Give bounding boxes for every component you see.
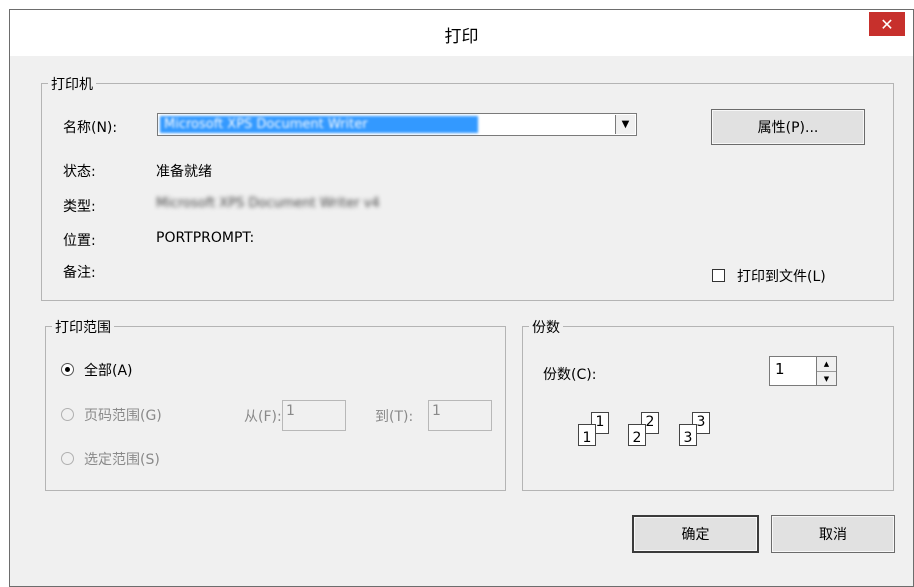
close-icon: ✕ — [880, 14, 894, 34]
to-input[interactable]: 1 — [428, 400, 492, 431]
range-all-radio[interactable] — [61, 363, 74, 376]
chevron-down-icon[interactable]: ▼ — [615, 115, 635, 134]
print-range-legend: 打印范围 — [52, 317, 114, 337]
copies-group: 份数 — [522, 317, 894, 491]
from-label: 从(F): — [244, 409, 282, 425]
status-value: 准备就绪 — [156, 164, 212, 180]
print-to-file-checkbox[interactable] — [712, 269, 725, 282]
status-label: 状态: — [63, 164, 96, 180]
comment-label: 备注: — [63, 265, 96, 281]
range-pages-label[interactable]: 页码范围(G) — [84, 405, 162, 425]
printer-group-legend: 打印机 — [48, 74, 96, 94]
spin-down-icon[interactable]: ▼ — [817, 372, 836, 386]
printer-name-value: Microsoft XPS Document Writer — [160, 116, 478, 133]
printer-name-select[interactable]: Microsoft XPS Document Writer ▼ — [157, 113, 637, 136]
copies-spinner[interactable]: ▲ ▼ — [816, 356, 837, 386]
copies-group-legend: 份数 — [529, 317, 563, 337]
copies-label: 份数(C): — [543, 367, 597, 383]
ok-button[interactable]: 确定 — [632, 515, 759, 553]
dialog-title: 打印 — [444, 27, 479, 47]
properties-button[interactable]: 属性(P)... — [711, 109, 865, 145]
collate-page-icon: 2 — [628, 424, 646, 446]
range-pages-radio[interactable] — [61, 408, 74, 421]
range-all-label[interactable]: 全部(A) — [84, 360, 133, 380]
copies-input[interactable]: 1 — [769, 356, 819, 386]
cancel-button[interactable]: 取消 — [771, 515, 895, 553]
print-to-file-label[interactable]: 打印到文件(L) — [737, 266, 826, 286]
collate-page-icon: 1 — [578, 424, 596, 446]
close-button[interactable]: ✕ — [869, 12, 905, 36]
type-label: 类型: — [63, 199, 96, 215]
range-selection-label[interactable]: 选定范围(S) — [84, 449, 160, 469]
location-value: PORTPROMPT: — [156, 230, 255, 246]
printer-name-label: 名称(N): — [63, 120, 118, 136]
spin-up-icon[interactable]: ▲ — [817, 357, 836, 372]
range-selection-radio[interactable] — [61, 452, 74, 465]
type-value: Microsoft XPS Document Writer v4 — [156, 196, 380, 211]
location-label: 位置: — [63, 233, 96, 249]
to-label: 到(T): — [375, 409, 414, 425]
collate-page-icon: 3 — [679, 424, 697, 446]
title-bar[interactable]: 打印 ✕ — [10, 10, 913, 56]
from-input[interactable]: 1 — [282, 400, 346, 431]
